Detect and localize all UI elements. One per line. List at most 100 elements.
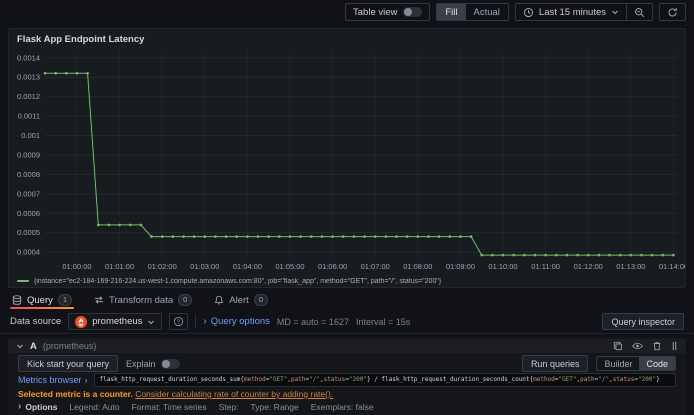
tab-query-label: Query xyxy=(27,294,53,306)
svg-text:0.001: 0.001 xyxy=(21,131,40,140)
datasource-picker[interactable]: prometheus xyxy=(68,313,163,330)
svg-text:0.0008: 0.0008 xyxy=(17,170,40,179)
query-expression[interactable]: flask_http_request_duration_seconds_sum{… xyxy=(93,373,676,387)
svg-text:?: ? xyxy=(177,320,181,326)
table-view-group[interactable]: Table view xyxy=(345,3,431,21)
panel-editor-topbar: Table view Fill Actual Last 15 minutes xyxy=(0,0,694,24)
counter-warning: Selected metric is a counter. Consider c… xyxy=(18,389,676,400)
query-datasource-hint: (prometheus) xyxy=(42,341,97,351)
zoom-out-button[interactable] xyxy=(626,4,652,20)
tab-query[interactable]: Query 1 xyxy=(10,290,75,310)
tab-alert-label: Alert xyxy=(229,294,249,306)
svg-text:0.0009: 0.0009 xyxy=(17,150,40,159)
latency-panel: Flask App Endpoint Latency 01:00:00 01:01… xyxy=(8,28,686,288)
svg-text:0.0014: 0.0014 xyxy=(17,53,40,62)
option-step: Step: xyxy=(218,401,239,412)
trash-icon[interactable] xyxy=(652,341,662,351)
svg-text:01:09:00: 01:09:00 xyxy=(446,262,475,271)
kick-start-query-button[interactable]: Kick start your query xyxy=(18,355,119,372)
query-options-toggle[interactable]: › Query options xyxy=(203,316,270,327)
run-queries-button[interactable]: Run queries xyxy=(521,355,589,372)
copy-icon[interactable] xyxy=(613,341,623,351)
builder-mode-button[interactable]: Builder xyxy=(597,357,639,370)
svg-text:0.0005: 0.0005 xyxy=(17,228,40,237)
refresh-icon xyxy=(667,7,678,18)
tab-transform-data[interactable]: Transform data 0 xyxy=(92,290,194,310)
query-toolbar: Kick start your query Explain Run querie… xyxy=(18,355,676,372)
panel-title: Flask App Endpoint Latency xyxy=(17,34,145,45)
svg-text:01:11:00: 01:11:00 xyxy=(531,262,560,271)
options-toggle[interactable]: › Options xyxy=(18,401,57,412)
explain-label: Explain xyxy=(126,358,156,369)
table-view-label: Table view xyxy=(353,6,398,18)
time-controls: Last 15 minutes xyxy=(514,3,653,21)
svg-text:01:04:00: 01:04:00 xyxy=(233,262,262,271)
svg-text:01:10:00: 01:10:00 xyxy=(488,262,517,271)
datasource-label: Data source xyxy=(10,316,62,327)
chevron-right-icon: › xyxy=(84,375,88,385)
actual-button[interactable]: Actual xyxy=(466,4,508,20)
option-type: Type: Range xyxy=(250,401,299,412)
transform-icon xyxy=(94,295,104,305)
query-row-actions xyxy=(613,341,678,351)
prometheus-icon xyxy=(75,315,88,328)
datasource-help-button[interactable]: ? xyxy=(169,313,189,330)
max-data-points-summary: MD = auto = 1627 xyxy=(276,316,349,327)
svg-text:0.0007: 0.0007 xyxy=(17,189,40,198)
query-ref-id: A xyxy=(30,340,37,352)
divider xyxy=(195,315,197,328)
time-range-picker[interactable]: Last 15 minutes xyxy=(516,4,626,20)
explain-toggle-group: Explain xyxy=(126,358,180,369)
time-range-label: Last 15 minutes xyxy=(538,6,606,18)
metrics-browser-toggle[interactable]: Metrics browser › xyxy=(18,375,88,385)
fill-actual-toggle: Fill Actual xyxy=(436,3,509,21)
svg-text:0.0012: 0.0012 xyxy=(17,92,40,101)
refresh-group xyxy=(659,3,686,21)
tab-transform-count: 0 xyxy=(178,294,193,306)
query-row-a: A (prometheus) Kick start your query Exp… xyxy=(8,337,686,415)
legend-series-swatch xyxy=(17,280,29,282)
svg-text:01:01:00: 01:01:00 xyxy=(105,262,134,271)
warning-hint-link[interactable]: Consider calculating rate of counter by … xyxy=(135,389,333,399)
query-options-label: Query options xyxy=(210,316,270,327)
code-mode-button[interactable]: Code xyxy=(639,357,675,370)
svg-text:01:05:00: 01:05:00 xyxy=(275,262,304,271)
svg-text:0.0004: 0.0004 xyxy=(17,248,40,257)
database-icon xyxy=(12,295,22,305)
chevron-down-icon xyxy=(147,318,155,326)
svg-text:01:13:00: 01:13:00 xyxy=(616,262,645,271)
bell-icon xyxy=(214,295,224,305)
fill-button[interactable]: Fill xyxy=(437,4,466,20)
warning-text: Selected metric is a counter. xyxy=(18,389,133,399)
metrics-browser-label: Metrics browser xyxy=(18,375,82,385)
eye-icon[interactable] xyxy=(632,341,643,351)
option-exemplars: Exemplars: false xyxy=(310,401,374,412)
refresh-button[interactable] xyxy=(660,4,685,20)
latency-chart-svg[interactable]: 01:00:00 01:01:00 01:02:00 01:03:00 01:04:00… xyxy=(9,47,685,273)
legend-series-label[interactable]: {instance="ec2-184-169-216-224.us-west-1… xyxy=(34,278,441,285)
clock-icon xyxy=(523,7,534,18)
drag-handle-icon[interactable] xyxy=(671,341,678,351)
question-circle-icon: ? xyxy=(173,316,184,327)
query-options-summary-row: › Options Legend: Auto Format: Time seri… xyxy=(18,401,676,412)
option-legend: Legend: Auto xyxy=(69,401,120,412)
query-inspector-button[interactable]: Query inspector xyxy=(602,313,684,330)
svg-text:01:12:00: 01:12:00 xyxy=(574,262,603,271)
svg-text:01:02:00: 01:02:00 xyxy=(148,262,177,271)
svg-text:01:14:00: 01:14:00 xyxy=(659,262,685,271)
datasource-bar: Data source prometheus ? › Query options… xyxy=(0,310,694,334)
table-view-switch[interactable] xyxy=(403,7,423,17)
svg-text:01:08:00: 01:08:00 xyxy=(403,262,432,271)
explain-switch[interactable] xyxy=(160,358,180,369)
chevron-down-icon xyxy=(611,8,619,16)
chart-legend[interactable]: {instance="ec2-184-169-216-224.us-west-1… xyxy=(9,273,685,287)
query-row-header[interactable]: A (prometheus) xyxy=(8,339,686,353)
switch-knob xyxy=(161,359,170,368)
editor-tabs: Query 1 Transform data 0 Alert 0 xyxy=(0,290,694,310)
query-expression-row: Metrics browser › flask_http_request_dur… xyxy=(18,373,676,387)
svg-text:01:03:00: 01:03:00 xyxy=(190,262,219,271)
builder-code-toggle: Builder Code xyxy=(596,356,676,371)
chevron-right-icon: › xyxy=(203,316,207,327)
tab-alert[interactable]: Alert 0 xyxy=(212,290,270,310)
chevron-down-icon[interactable] xyxy=(16,342,24,350)
